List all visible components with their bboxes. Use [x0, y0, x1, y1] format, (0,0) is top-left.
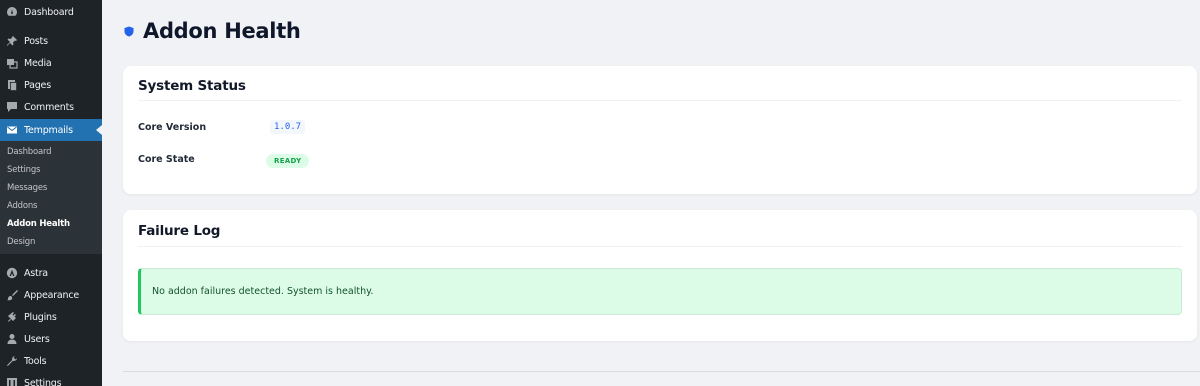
menu-label: Dashboard: [24, 6, 74, 18]
submenu-item-addon-health[interactable]: Addon Health: [7, 219, 70, 229]
mail-icon: [6, 124, 18, 136]
wrench-icon: [6, 355, 18, 367]
menu-item-dashboard[interactable]: Dashboard: [0, 1, 102, 23]
menu-item-tempmails[interactable]: Tempmails: [0, 119, 102, 141]
comment-icon: [6, 101, 18, 113]
menu-label: Pages: [24, 79, 51, 91]
media-icon: [6, 57, 18, 69]
menu-item-users[interactable]: Users: [0, 328, 102, 350]
submenu-item-dashboard[interactable]: Dashboard: [7, 147, 52, 157]
submenu-item-design[interactable]: Design: [7, 237, 35, 247]
menu-item-pages[interactable]: Pages: [0, 74, 102, 96]
core-version-value: 1.0.7: [270, 120, 306, 134]
shield-icon: [124, 26, 134, 36]
status-badge: READY: [266, 154, 310, 168]
admin-sidebar: Dashboard Posts Media Pages Comments Tem…: [0, 0, 102, 386]
submenu-item-addons[interactable]: Addons: [7, 201, 37, 211]
menu-label: Plugins: [24, 311, 57, 323]
pages-icon: [6, 79, 18, 91]
menu-item-plugins[interactable]: Plugins: [0, 306, 102, 328]
submenu-item-messages[interactable]: Messages: [7, 183, 47, 193]
system-status-card: System Status Core Version 1.0.7 Core St…: [123, 66, 1197, 194]
submenu-item-settings[interactable]: Settings: [7, 165, 40, 175]
failure-log-title: Failure Log: [138, 223, 221, 239]
menu-item-comments[interactable]: Comments: [0, 96, 102, 118]
menu-item-appearance[interactable]: Appearance: [0, 284, 102, 306]
menu-label: Posts: [24, 35, 48, 47]
menu-item-tools[interactable]: Tools: [0, 350, 102, 372]
menu-label: Tools: [24, 355, 47, 367]
page-title: Addon Health: [143, 19, 301, 43]
menu-label: Astra: [24, 267, 48, 279]
menu-label: Comments: [24, 101, 74, 113]
core-version-label: Core Version: [138, 122, 207, 133]
menu-label: Settings: [24, 377, 62, 386]
card-divider: [138, 246, 1182, 247]
system-status-title: System Status: [138, 78, 246, 94]
user-icon: [6, 333, 18, 345]
notice-message: No addon failures detected. System is he…: [152, 286, 374, 297]
tempmails-submenu: Dashboard Settings Messages Addons Addon…: [0, 141, 102, 254]
settings-icon: [6, 377, 18, 386]
menu-label: Appearance: [24, 289, 80, 301]
failure-log-card: Failure Log No addon failures detected. …: [123, 210, 1197, 341]
success-notice: No addon failures detected. System is he…: [138, 268, 1182, 315]
menu-label: Users: [24, 333, 50, 345]
menu-item-settings[interactable]: Settings: [0, 372, 102, 386]
menu-item-posts[interactable]: Posts: [0, 30, 102, 52]
menu-label: Tempmails: [24, 124, 73, 136]
page-header: Addon Health: [124, 19, 301, 43]
pin-icon: [6, 35, 18, 47]
dashboard-icon: [6, 6, 18, 18]
plug-icon: [6, 311, 18, 323]
menu-label: Media: [24, 57, 52, 69]
astra-icon: [6, 267, 18, 279]
core-state-label: Core State: [138, 154, 195, 165]
brush-icon: [6, 289, 18, 301]
menu-item-media[interactable]: Media: [0, 52, 102, 74]
card-divider: [138, 100, 1182, 101]
footer-divider: [123, 371, 1200, 372]
menu-item-astra[interactable]: Astra: [0, 262, 102, 284]
